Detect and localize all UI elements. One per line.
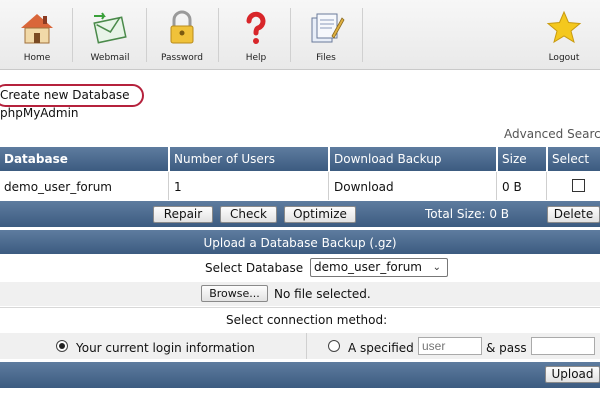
column-header-database: Database bbox=[0, 147, 170, 171]
user-input[interactable] bbox=[418, 337, 482, 355]
toolbar-divider bbox=[290, 8, 291, 62]
specified-login-radio[interactable] bbox=[328, 340, 340, 352]
select-database-label: Select Database bbox=[205, 261, 304, 275]
toolbar-label: Help bbox=[245, 53, 267, 63]
toolbar-label: Password bbox=[160, 53, 204, 63]
toolbar-files[interactable]: Files bbox=[304, 4, 348, 66]
padlock-icon bbox=[170, 10, 194, 44]
toolbar-help[interactable]: Help bbox=[234, 4, 278, 66]
current-login-label: Your current login information bbox=[76, 341, 255, 355]
advanced-search-link[interactable]: Advanced Search bbox=[504, 127, 600, 141]
create-database-link[interactable]: Create new Database bbox=[0, 88, 130, 102]
toolbar-label: Files bbox=[316, 53, 336, 63]
toolbar-label: Logout bbox=[548, 53, 580, 63]
repair-button[interactable]: Repair bbox=[153, 206, 213, 223]
connection-label-row: Select connection method: bbox=[0, 308, 600, 332]
user-count: 1 bbox=[174, 180, 182, 194]
total-size: Total Size: 0 B bbox=[425, 207, 510, 221]
upload-footer-bar bbox=[0, 362, 600, 388]
toolbar: Home Webmail Password Help Files Logout bbox=[0, 0, 600, 70]
home-icon bbox=[21, 14, 53, 44]
database-size: 0 B bbox=[502, 180, 522, 194]
password-input[interactable] bbox=[531, 337, 595, 355]
select-checkbox[interactable] bbox=[572, 179, 585, 192]
column-header-size: Size bbox=[498, 147, 548, 171]
webmail-icon bbox=[93, 12, 127, 44]
select-database-row: Select Database bbox=[0, 256, 600, 280]
phpmyadmin-link[interactable]: phpMyAdmin bbox=[0, 106, 79, 120]
column-divider bbox=[496, 172, 497, 200]
browse-button[interactable]: Browse... bbox=[201, 285, 268, 302]
toolbar-divider bbox=[362, 8, 363, 62]
toolbar-password[interactable]: Password bbox=[156, 4, 208, 66]
download-link[interactable]: Download bbox=[330, 176, 394, 198]
column-divider bbox=[168, 172, 169, 200]
connection-method-label: Select connection method: bbox=[226, 313, 388, 327]
file-status: No file selected. bbox=[274, 287, 371, 301]
column-header-select: Select bbox=[548, 147, 600, 171]
toolbar-divider bbox=[218, 8, 219, 62]
database-select-value: demo_user_forum bbox=[314, 260, 422, 274]
chevron-down-icon: ⌄ bbox=[432, 262, 441, 273]
upload-button[interactable]: Upload bbox=[545, 366, 600, 383]
toolbar-home[interactable]: Home bbox=[14, 4, 60, 66]
column-divider bbox=[328, 172, 329, 200]
database-select[interactable]: demo_user_forum ⌄ bbox=[310, 258, 448, 277]
toolbar-label: Home bbox=[23, 53, 51, 63]
specified-label: A specified bbox=[348, 341, 414, 355]
star-icon bbox=[546, 10, 582, 44]
toolbar-webmail[interactable]: Webmail bbox=[84, 4, 136, 66]
column-header-download: Download Backup bbox=[330, 147, 498, 171]
column-divider bbox=[306, 333, 307, 359]
toolbar-divider bbox=[146, 8, 147, 62]
question-mark-icon bbox=[246, 11, 266, 44]
toolbar-logout[interactable]: Logout bbox=[540, 4, 588, 66]
delete-button[interactable]: Delete bbox=[547, 206, 600, 223]
column-divider bbox=[546, 172, 547, 200]
column-header-users: Number of Users bbox=[170, 147, 330, 171]
current-login-radio[interactable] bbox=[56, 340, 68, 352]
toolbar-label: Webmail bbox=[90, 53, 130, 63]
toolbar-divider bbox=[72, 8, 73, 62]
and-pass-label: & pass bbox=[486, 341, 527, 355]
optimize-button[interactable]: Optimize bbox=[284, 206, 356, 223]
database-name: demo_user_forum bbox=[4, 180, 112, 194]
files-icon bbox=[311, 13, 345, 43]
check-button[interactable]: Check bbox=[220, 206, 277, 223]
upload-title: Upload a Database Backup (.gz) bbox=[203, 236, 397, 250]
